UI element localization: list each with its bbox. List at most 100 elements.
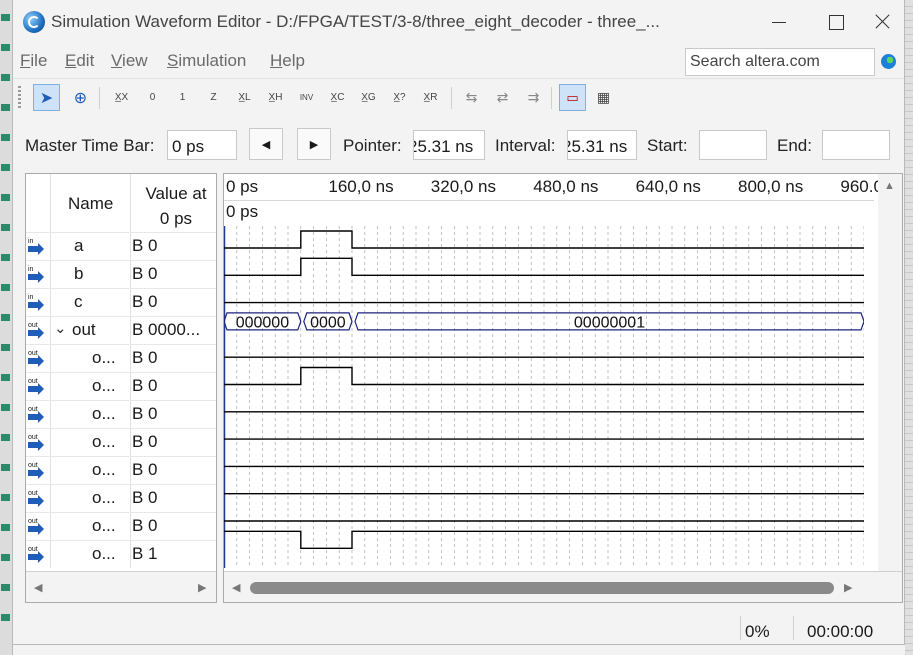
signal-row[interactable]: out o... B 0 <box>26 344 216 372</box>
signal-waveform <box>224 257 864 276</box>
scroll-up-icon[interactable]: ▲ <box>884 180 895 192</box>
signal-row[interactable]: out o... B 0 <box>26 372 216 400</box>
prev-transition-button[interactable]: ◀ <box>249 128 283 160</box>
signal-value: B 0 <box>132 264 158 283</box>
output-pin-icon: out <box>28 406 50 423</box>
signal-row[interactable]: in c B 0 <box>26 288 216 316</box>
signal-value: B 0 <box>132 404 158 423</box>
name-column-header[interactable]: Name <box>68 194 113 214</box>
set-weak-high-icon[interactable]: X̲H <box>262 84 289 111</box>
interval-field[interactable]: 25.31 ns <box>567 130 637 160</box>
master-time-bar-field[interactable]: 0 ps <box>167 130 237 160</box>
scroll-left-icon[interactable]: ◀ <box>34 581 42 594</box>
waveform-editor-window: Simulation Waveform Editor - D:/FPGA/TES… <box>12 0 905 645</box>
signal-name: b <box>74 264 84 283</box>
time-tick-label: 640,0 ns <box>635 177 701 196</box>
set-high-icon[interactable]: 1 <box>169 84 196 111</box>
set-low-icon[interactable]: 0 <box>139 84 166 111</box>
set-high-impedance-icon[interactable]: Z <box>200 84 227 111</box>
signal-row[interactable]: in b B 0 <box>26 260 216 288</box>
bus-value-label: 0000 <box>310 314 346 331</box>
signal-value: B 0 <box>132 292 158 311</box>
bus-value-label: 00000001 <box>574 314 645 331</box>
end-field[interactable] <box>822 130 890 160</box>
start-field[interactable] <box>699 130 767 160</box>
toolbar: ➤ ⊕ X̲X 0 1 Z X̲L X̲H INV X̲C X̲G X̲? X̲… <box>13 78 904 117</box>
output-pin-icon: out <box>28 350 50 367</box>
next-transition-button[interactable]: ▶ <box>297 128 331 160</box>
set-weak-low-icon[interactable]: X̲L <box>231 84 258 111</box>
random-value-icon[interactable]: X̲? <box>386 84 413 111</box>
select-icon[interactable]: ➤ <box>33 84 60 111</box>
output-pin-icon: out <box>28 462 50 479</box>
menu-file[interactable]: File <box>20 51 47 71</box>
expand-chevron-icon[interactable]: ⌄ <box>54 319 67 337</box>
time-ruler: 0 ps 160,0 ns 320,0 ns 480,0 ns 640,0 ns 800,… <box>224 174 902 201</box>
waveform-vertical-scrollbar[interactable]: ▲ ▼ <box>878 174 902 594</box>
timing-sim-icon[interactable]: ▦ <box>590 84 617 111</box>
title-bar: Simulation Waveform Editor - D:/FPGA/TES… <box>13 0 904 44</box>
right-window-edge <box>905 0 913 655</box>
time-tick-label: 800,0 ns <box>738 177 804 196</box>
menu-simulation[interactable]: Simulation <box>167 51 246 71</box>
signal-row[interactable]: out o... B 0 <box>26 484 216 512</box>
grid-align-icon[interactable]: ⇄ <box>489 84 516 111</box>
signal-row[interactable]: out o... B 0 <box>26 400 216 428</box>
close-button[interactable] <box>861 0 904 44</box>
menu-bar: File Edit View Simulation Help Search al… <box>13 44 904 78</box>
window-title: Simulation Waveform Editor - D:/FPGA/TES… <box>51 12 660 31</box>
time-controls: Master Time Bar: 0 ps ◀ ▶ Pointer: 25.31… <box>13 122 904 168</box>
signal-row[interactable]: out o... B 1 <box>26 540 216 568</box>
output-pin-icon: out <box>28 518 50 535</box>
signal-row[interactable]: out ⌄ out B 0000... <box>26 316 216 344</box>
signal-list-scrollbar[interactable]: ◀ ▶ <box>26 571 216 602</box>
signal-row[interactable]: out o... B 0 <box>26 428 216 456</box>
value-column-header[interactable]: Value at 0 ps <box>136 181 216 231</box>
left-arrow-icon: ◀ <box>261 138 271 151</box>
waveform-horizontal-scrollbar[interactable]: ◀ ▶ <box>224 571 902 602</box>
maximize-button[interactable] <box>813 0 859 44</box>
minimize-button[interactable] <box>755 0 801 44</box>
overwrite-icon[interactable]: ⇉ <box>520 84 547 111</box>
functional-sim-icon[interactable]: ▭ <box>559 84 586 111</box>
signal-value: B 0 <box>132 516 158 535</box>
output-pin-icon: out <box>28 378 50 395</box>
status-bar: 0% 00:00:00 <box>13 608 904 644</box>
count-value-icon[interactable]: X̲C <box>324 84 351 111</box>
snap-to-grid-icon[interactable]: ⇆ <box>458 84 485 111</box>
menu-help[interactable]: Help <box>270 51 305 71</box>
signal-name: o... <box>92 404 116 423</box>
signal-value: B 0 <box>132 432 158 451</box>
clock-icon[interactable]: X̲G <box>355 84 382 111</box>
output-pin-icon: out <box>28 546 50 563</box>
arbitrary-value-icon[interactable]: X̲R <box>417 84 444 111</box>
progress-status: 0% <box>745 622 770 641</box>
scrollbar-thumb[interactable] <box>250 582 834 594</box>
toolbar-grip[interactable] <box>18 86 21 110</box>
signal-value: B 0 <box>132 460 158 479</box>
set-unknown-icon[interactable]: X̲X <box>108 84 135 111</box>
signal-row[interactable]: out o... B 0 <box>26 512 216 540</box>
search-input[interactable]: Search altera.com <box>685 48 875 76</box>
globe-icon[interactable] <box>881 54 896 69</box>
menu-view[interactable]: View <box>111 51 148 71</box>
zoom-icon[interactable]: ⊕ <box>67 84 94 111</box>
master-time-bar-marker: 0 ps <box>226 202 259 221</box>
signal-name: o... <box>92 348 116 367</box>
signal-value: B 0 <box>132 488 158 507</box>
pointer-field[interactable]: 25.31 ns <box>413 130 485 160</box>
menu-edit[interactable]: Edit <box>65 51 94 71</box>
scroll-right-icon[interactable]: ▶ <box>198 581 206 594</box>
scroll-right-icon[interactable]: ▶ <box>844 581 852 594</box>
signal-value: B 0 <box>132 376 158 395</box>
signal-row[interactable]: in a B 0 <box>26 232 216 260</box>
start-label: Start: <box>647 136 688 155</box>
output-pin-icon: out <box>28 490 50 507</box>
output-pin-icon: out <box>28 434 50 451</box>
waveform-canvas[interactable]: 000000 0000 00000001 <box>224 226 864 568</box>
invert-icon[interactable]: INV <box>293 84 320 111</box>
scroll-left-icon[interactable]: ◀ <box>232 581 240 594</box>
elapsed-time-status: 00:00:00 <box>807 622 874 641</box>
input-pin-icon: in <box>28 266 50 283</box>
signal-row[interactable]: out o... B 0 <box>26 456 216 484</box>
